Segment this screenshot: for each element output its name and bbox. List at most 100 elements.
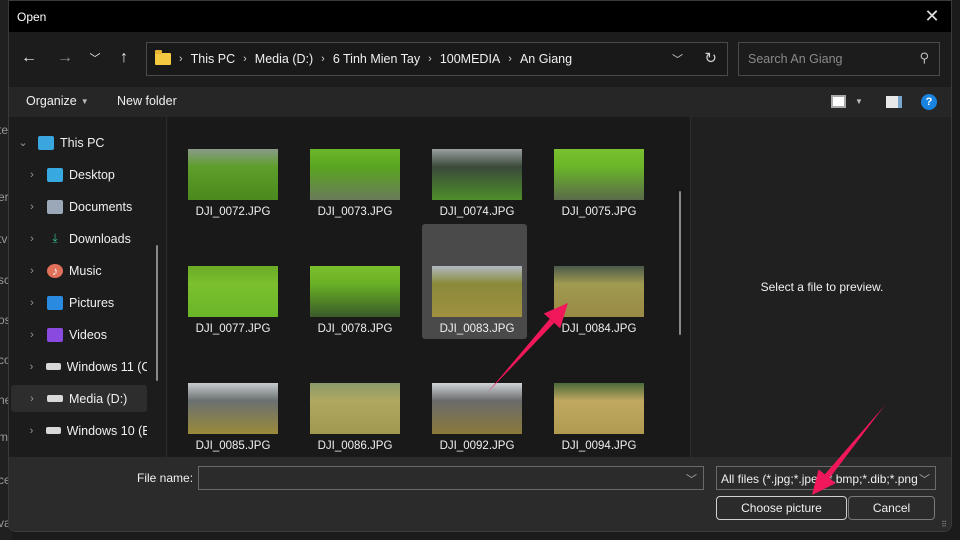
file-item[interactable]: DJI_0073.JPG [300,117,405,222]
image-thumbnail [432,149,522,200]
view-options-caret-icon[interactable]: ▼ [855,97,863,106]
sidebar-item-this-pc[interactable]: ⌄ This PC [11,129,147,156]
resize-grip-icon[interactable]: ⠿ [941,520,947,529]
close-button[interactable]: ✕ [917,3,947,29]
address-history-dropdown[interactable]: ﹀ [672,51,683,67]
sidebar-item-label: Documents [69,199,133,214]
view-mode-icon[interactable] [831,95,846,108]
desktop-icon [47,167,63,182]
sidebar-item-windows-10-e[interactable]: › Windows 10 (E: [11,417,147,444]
chevron-down-icon[interactable]: ⌄ [16,136,30,149]
file-item[interactable]: DJI_0084.JPG [544,224,649,339]
file-item[interactable]: DJI_0074.JPG [422,117,527,222]
file-name-input[interactable] [199,467,679,489]
search-box[interactable]: ⚲ [738,42,940,76]
background-text-fragment: te [0,123,9,137]
sidebar-item-desktop[interactable]: › Desktop [11,161,147,188]
chevron-right-icon: › [428,53,432,65]
refresh-icon[interactable]: ↻ [704,49,717,67]
image-thumbnail [310,149,400,200]
sidebar-item-pictures[interactable]: › Pictures [11,289,147,316]
sidebar-item-windows-11-c[interactable]: › Windows 11 (C: [11,353,147,380]
file-type-filter[interactable]: All files (*.jpg;*.jpeg;*.bmp;*.dib;*.pn… [716,466,936,490]
sidebar-item-label: Videos [69,327,107,342]
file-name-label: DJI_0092.JPG [439,440,515,452]
file-item[interactable]: DJI_0078.JPG [300,224,405,339]
chevron-right-icon[interactable]: › [25,297,39,309]
image-thumbnail [310,383,400,434]
arrow-right-icon: → [57,49,73,66]
drive-icon [45,427,61,434]
search-icon[interactable]: ⚲ [919,50,929,66]
sidebar-item-music[interactable]: › ♪ Music [11,257,147,284]
chevron-right-icon[interactable]: › [25,329,39,341]
file-item[interactable]: DJI_0075.JPG [544,117,649,222]
chevron-right-icon[interactable]: › [25,169,39,181]
image-thumbnail [554,149,644,200]
sidebar-item-media-d[interactable]: › Media (D:) [11,385,147,412]
chevron-right-icon[interactable]: › [25,393,39,405]
documents-icon [47,199,63,214]
help-icon[interactable]: ? [921,94,937,110]
file-name-label: DJI_0078.JPG [317,323,393,335]
file-item[interactable]: DJI_0077.JPG [178,224,283,339]
command-bar: Organize ▼ New folder ▼ ? [9,87,951,117]
sidebar-item-label: Windows 10 (E: [66,423,147,438]
file-item[interactable]: DJI_0072.JPG [178,117,283,222]
up-button[interactable]: ↑ [112,46,136,70]
chevron-right-icon[interactable]: › [25,233,39,245]
address-bar[interactable]: › This PC › Media (D:) › 6 Tinh Mien Tay… [146,42,728,76]
preview-pane: Select a file to preview. [690,117,951,457]
sidebar-item-downloads[interactable]: › ⤓ Downloads [11,225,147,252]
sidebar-scrollbar[interactable] [156,245,158,381]
file-item[interactable]: DJI_0086.JPG [300,341,405,456]
chevron-right-icon[interactable]: › [25,265,39,277]
background-text-fragment: tv [0,232,8,246]
chevron-right-icon[interactable]: › [25,425,38,437]
pictures-icon [47,295,63,310]
image-thumbnail [432,383,522,434]
breadcrumb-this-pc[interactable]: This PC [191,52,235,66]
file-name-label: DJI_0083.JPG [439,323,515,335]
navigation-bar: ← → ﹀ ↑ › This PC › Media (D:) › 6 Tinh … [9,32,951,87]
music-icon: ♪ [47,263,63,278]
chevron-right-icon: › [508,53,512,65]
file-name-label: DJI_0072.JPG [195,206,271,218]
recent-locations-button[interactable]: ﹀ [83,46,107,70]
file-list-scrollbar[interactable] [679,191,681,335]
chevron-right-icon[interactable]: › [25,361,38,373]
sidebar-item-videos[interactable]: › Videos [11,321,147,348]
file-item[interactable]: DJI_0094.JPG [544,341,649,456]
sidebar-item-label: Pictures [69,295,115,310]
file-item[interactable]: DJI_0092.JPG [422,341,527,456]
file-name-label: DJI_0077.JPG [195,323,271,335]
back-button[interactable]: ← [17,46,41,70]
sidebar-item-label: Desktop [69,167,115,182]
image-thumbnail [188,149,278,200]
breadcrumb-6-tinh-mien-tay[interactable]: 6 Tinh Mien Tay [333,52,420,66]
chevron-down-icon[interactable]: ﹀ [686,471,697,487]
new-folder-button[interactable]: New folder [117,94,177,108]
preview-pane-icon[interactable] [886,96,902,108]
file-type-filter-value: All files (*.jpg;*.jpeg;*.bmp;*.dib;*.pn… [721,472,918,486]
image-thumbnail [188,383,278,434]
organize-menu[interactable]: Organize ▼ [26,94,89,108]
organize-label: Organize [26,94,77,108]
choose-picture-button[interactable]: Choose picture [716,496,847,520]
sidebar-item-label: This PC [60,135,105,150]
sidebar-item-documents[interactable]: › Documents [11,193,147,220]
breadcrumb-100media[interactable]: 100MEDIA [440,52,500,66]
arrow-up-icon: ↑ [120,49,128,66]
chevron-right-icon[interactable]: › [25,201,39,213]
forward-button[interactable]: → [53,46,77,70]
image-thumbnail [554,383,644,434]
search-input[interactable] [739,43,909,75]
file-name-combobox[interactable]: ﹀ [198,466,704,490]
chevron-down-icon: ﹀ [919,471,930,487]
cancel-button[interactable]: Cancel [848,496,935,520]
breadcrumb-media-d[interactable]: Media (D:) [255,52,313,66]
breadcrumb-an-giang[interactable]: An Giang [520,52,572,66]
file-item[interactable]: DJI_0083.JPG [422,224,527,339]
file-item[interactable]: DJI_0085.JPG [178,341,283,456]
file-name-label: DJI_0074.JPG [439,206,515,218]
